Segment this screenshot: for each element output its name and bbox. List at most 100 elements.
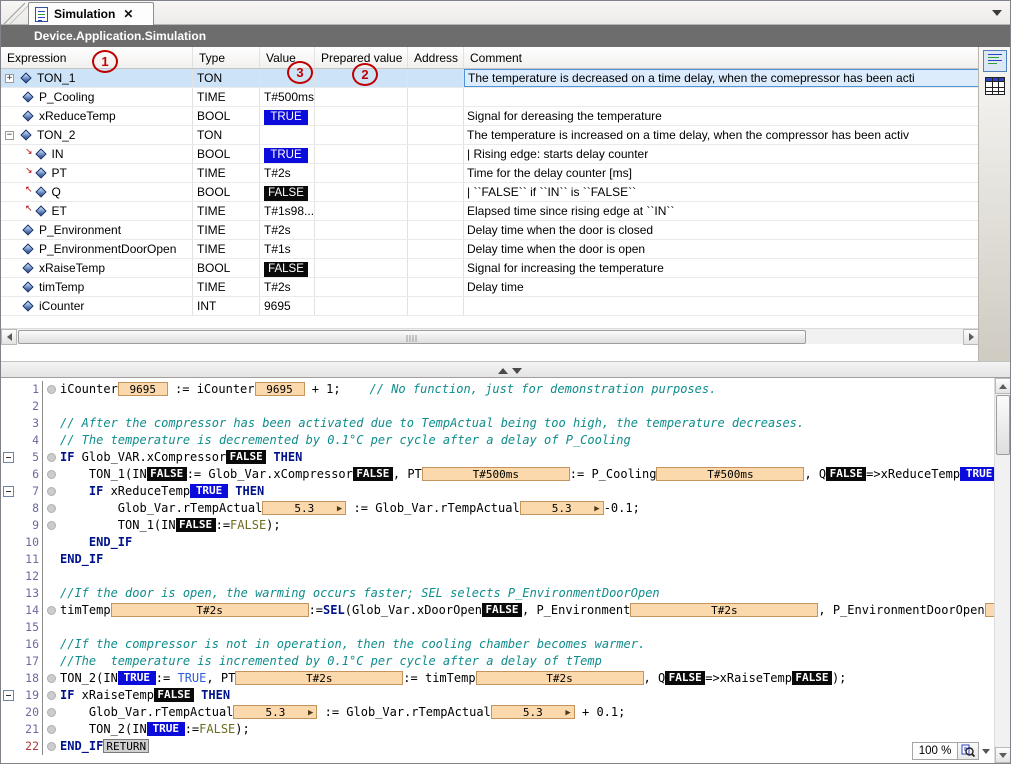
code-line[interactable]: 16//If the compressor is not in operatio…	[1, 636, 1010, 653]
prepared-value-cell[interactable]	[315, 145, 408, 163]
code-line-text[interactable]: IF xRaiseTempFALSE THEN	[60, 687, 1010, 704]
fold-collapse-icon[interactable]	[3, 452, 14, 463]
code-line[interactable]: 10 END_IF	[1, 534, 1010, 551]
expander-minus-icon[interactable]: −	[5, 131, 14, 140]
monitor-value-time[interactable]: T#2s	[630, 603, 818, 617]
expander-plus-icon[interactable]: +	[5, 74, 14, 83]
code-line[interactable]: 15	[1, 619, 1010, 636]
monitor-value-true[interactable]: TRUE	[147, 722, 185, 736]
monitor-value-real[interactable]: 5.3▶	[262, 501, 346, 515]
code-line[interactable]: 11END_IF	[1, 551, 1010, 568]
code-line[interactable]: 12	[1, 568, 1010, 585]
code-line-text[interactable]: TON_2(INTRUE:= TRUE, PTT#2s:= timTempT#2…	[60, 670, 1010, 687]
table-row[interactable]: timTempTIMET#2sDelay time	[1, 278, 980, 297]
prepared-value-cell[interactable]	[315, 126, 408, 144]
monitor-value-false[interactable]: FALSE	[353, 467, 393, 481]
code-editor[interactable]: 1iCounter9695 := iCounter9695 + 1; // No…	[1, 378, 1010, 763]
code-line[interactable]: 21 TON_2(INTRUE:=FALSE);	[1, 721, 1010, 738]
prepared-value-cell[interactable]	[315, 107, 408, 125]
code-line[interactable]: 4// The temperature is decremented by 0.…	[1, 432, 1010, 449]
prepared-value-cell[interactable]	[315, 259, 408, 277]
code-line[interactable]: 14timTempT#2s:=SEL(Glob_Var.xDoorOpenFAL…	[1, 602, 1010, 619]
code-line[interactable]: 18TON_2(INTRUE:= TRUE, PTT#2s:= timTempT…	[1, 670, 1010, 687]
code-line[interactable]: 2	[1, 398, 1010, 415]
code-line-text[interactable]: // After the compressor has been activat…	[60, 415, 1010, 432]
table-row[interactable]: ↘PTTIMET#2sTime for the delay counter [m…	[1, 164, 980, 183]
code-line-text[interactable]: //If the compressor is not in operation,…	[60, 636, 1010, 653]
table-row[interactable]: +TON_1TONThe temperature is decreased on…	[1, 69, 980, 88]
code-line-text[interactable]: TON_1(INFALSE:= Glob_Var.xCompressorFALS…	[60, 466, 1010, 483]
prepared-value-cell[interactable]	[315, 278, 408, 296]
code-line-text[interactable]: TON_2(INTRUE:=FALSE);	[60, 721, 1010, 738]
monitor-value-true[interactable]: TRUE	[118, 671, 156, 685]
fold-collapse-icon[interactable]	[3, 690, 14, 701]
code-line[interactable]: 1iCounter9695 := iCounter9695 + 1; // No…	[1, 381, 1010, 398]
table-row[interactable]: P_EnvironmentDoorOpenTIMET#1sDelay time …	[1, 240, 980, 259]
code-line-text[interactable]: TON_1(INFALSE:=FALSE);	[60, 517, 1010, 534]
monitor-value-time[interactable]: T#2s	[111, 603, 309, 617]
table-row[interactable]: −TON_2TONThe temperature is increased on…	[1, 126, 980, 145]
code-line[interactable]: 5IF Glob_VAR.xCompressorFALSE THEN	[1, 449, 1010, 466]
code-line[interactable]: 13//If the door is open, the warming occ…	[1, 585, 1010, 602]
code-line-text[interactable]: Glob_Var.rTempActual5.3▶ := Glob_Var.rTe…	[60, 704, 1010, 721]
monitor-value-false[interactable]: FALSE	[792, 671, 832, 685]
monitor-value-false[interactable]: FALSE	[226, 450, 266, 464]
monitor-value-false[interactable]: FALSE	[147, 467, 187, 481]
monitor-value-time[interactable]: T#500ms	[656, 467, 804, 481]
column-header-comment[interactable]: Comment	[464, 47, 980, 68]
scroll-up-icon[interactable]	[995, 378, 1010, 394]
table-row[interactable]: ↖ETTIMET#1s98...Elapsed time since risin…	[1, 202, 980, 221]
code-line[interactable]: 9 TON_1(INFALSE:=FALSE);	[1, 517, 1010, 534]
monitor-value-time[interactable]: T#2s	[476, 671, 644, 685]
table-horizontal-scrollbar[interactable]	[1, 328, 980, 344]
code-line[interactable]: 3// After the compressor has been activa…	[1, 415, 1010, 432]
monitor-value-false[interactable]: FALSE	[665, 671, 705, 685]
monitor-value-false[interactable]: FALSE	[482, 603, 522, 617]
code-vertical-scrollbar[interactable]	[994, 378, 1010, 763]
code-line[interactable]: 19IF xRaiseTempFALSE THEN	[1, 687, 1010, 704]
monitor-value-false[interactable]: FALSE	[154, 688, 194, 702]
code-line-text[interactable]: // The temperature is decremented by 0.1…	[60, 432, 1010, 449]
code-line-text[interactable]: iCounter9695 := iCounter9695 + 1; // No …	[60, 381, 1010, 398]
column-header-address[interactable]: Address	[408, 47, 464, 68]
code-line[interactable]: 8 Glob_Var.rTempActual5.3▶ := Glob_Var.r…	[1, 500, 1010, 517]
code-line-text[interactable]: IF xReduceTempTRUE THEN	[60, 483, 1010, 500]
monitor-value-true[interactable]: TRUE	[190, 484, 228, 498]
zoom-magnifier-button[interactable]	[958, 742, 979, 760]
tab-list-dropdown-icon[interactable]	[992, 10, 1002, 16]
tabular-view-button[interactable]	[985, 77, 1005, 95]
code-line-text[interactable]: END_IF	[60, 534, 1010, 551]
code-line-text[interactable]: timTempT#2s:=SEL(Glob_Var.xDoorOpenFALSE…	[60, 602, 1010, 619]
prepared-value-cell[interactable]	[315, 202, 408, 220]
monitor-value-real[interactable]: 5.3▶	[520, 501, 604, 515]
code-line-text[interactable]	[60, 568, 1010, 585]
prepared-value-cell[interactable]	[315, 297, 408, 315]
code-line-text[interactable]	[60, 619, 1010, 636]
code-line-text[interactable]: IF Glob_VAR.xCompressorFALSE THEN	[60, 449, 1010, 466]
table-row[interactable]: ↘INBOOLTRUE| Rising edge: starts delay c…	[1, 145, 980, 164]
pane-splitter[interactable]	[1, 361, 1010, 378]
code-line[interactable]: 22END_IFRETURN	[1, 738, 1010, 755]
code-line-text[interactable]	[60, 398, 1010, 415]
code-line-text[interactable]: Glob_Var.rTempActual5.3▶ := Glob_Var.rTe…	[60, 500, 1010, 517]
monitor-value-real[interactable]: 5.3▶	[491, 705, 575, 719]
column-header-type[interactable]: Type	[193, 47, 260, 68]
monitor-value-time[interactable]: T#2s	[235, 671, 403, 685]
table-row[interactable]: xReduceTempBOOLTRUESignal for dereasing …	[1, 107, 980, 126]
tab-simulation[interactable]: Simulation ✕	[28, 2, 154, 25]
code-line-text[interactable]: //The temperature is incremented by 0.1°…	[60, 653, 1010, 670]
code-line-text[interactable]: //If the door is open, the warming occur…	[60, 585, 1010, 602]
zoom-level[interactable]: 100 %	[912, 742, 958, 760]
monitor-value-real[interactable]: 5.3▶	[233, 705, 317, 719]
prepared-value-cell[interactable]	[315, 164, 408, 182]
monitor-value-int[interactable]: 9695	[118, 382, 168, 396]
monitor-value-int[interactable]: 9695	[255, 382, 305, 396]
code-vscroll-thumb[interactable]	[996, 395, 1010, 455]
scroll-down-icon[interactable]	[995, 747, 1010, 763]
splitter-collapse-up-icon[interactable]	[498, 368, 508, 374]
table-row[interactable]: xRaiseTempBOOLFALSESignal for increasing…	[1, 259, 980, 278]
monitor-value-true[interactable]: TRUE	[960, 467, 998, 481]
monitor-value-false[interactable]: FALSE	[826, 467, 866, 481]
code-line[interactable]: 7 IF xReduceTempTRUE THEN	[1, 483, 1010, 500]
textual-view-button[interactable]	[983, 50, 1007, 72]
